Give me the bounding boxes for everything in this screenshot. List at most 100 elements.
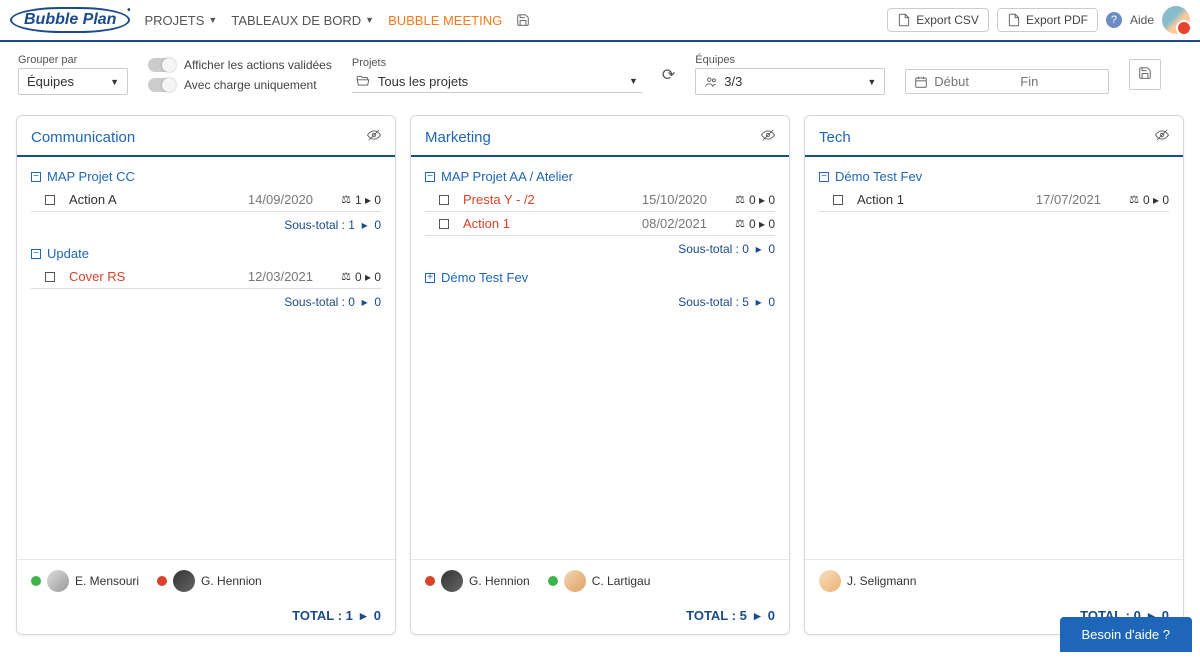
- action-name[interactable]: Cover RS: [63, 269, 210, 284]
- users-icon: [704, 75, 718, 89]
- action-row: Cover RS12/03/2021⚖ 0 ▸ 0: [31, 265, 381, 289]
- caret-down-icon: ▼: [365, 15, 374, 25]
- expand-icon: +: [425, 273, 435, 283]
- toggle-charge[interactable]: Avec charge uniquement: [148, 78, 332, 92]
- logo[interactable]: Bubble Plan: [10, 7, 130, 33]
- project-toggle[interactable]: −MAP Projet AA / Atelier: [425, 165, 775, 188]
- user-avatar[interactable]: [1162, 6, 1190, 34]
- action-date: 12/03/2021: [218, 269, 313, 284]
- action-date: 15/10/2020: [612, 192, 707, 207]
- status-dot: [31, 576, 41, 586]
- switch-icon: [148, 78, 176, 92]
- subtotal: Sous-total : 0 ▸ 0: [425, 236, 775, 266]
- checkbox[interactable]: [439, 195, 449, 205]
- project-name: Update: [47, 246, 89, 261]
- save-icon[interactable]: [516, 13, 530, 27]
- hide-icon[interactable]: [1155, 128, 1169, 147]
- group-by-select[interactable]: Équipes▼: [18, 68, 128, 95]
- checkbox[interactable]: [833, 195, 843, 205]
- weight-icon: ⚖: [341, 193, 351, 206]
- card-title: Marketing: [425, 129, 491, 146]
- collapse-icon: −: [31, 249, 41, 259]
- topbar: Bubble Plan PROJETS▼ TABLEAUX DE BORD▼ B…: [0, 0, 1200, 42]
- export-csv-button[interactable]: Export CSV: [887, 8, 989, 32]
- project-name: MAP Projet AA / Atelier: [441, 169, 573, 184]
- help-label[interactable]: Aide: [1130, 13, 1154, 27]
- calendar-icon: [914, 75, 928, 89]
- nav-bubble-meeting[interactable]: BUBBLE MEETING: [388, 13, 502, 28]
- avatar: [441, 570, 463, 592]
- action-stats: ⚖ 1 ▸ 0: [321, 193, 381, 207]
- nav-projets[interactable]: PROJETS▼: [144, 13, 217, 28]
- status-dot: [157, 576, 167, 586]
- action-name[interactable]: Action 1: [851, 192, 998, 207]
- card-header: Tech: [805, 116, 1183, 155]
- team-card: Marketing−MAP Projet AA / AtelierPresta …: [410, 115, 790, 635]
- save-icon: [1138, 66, 1152, 80]
- person[interactable]: G. Hennion: [425, 570, 530, 592]
- avatar: [173, 570, 195, 592]
- project-name: MAP Projet CC: [47, 169, 135, 184]
- card-total: TOTAL : 1 ▸ 0: [17, 602, 395, 634]
- refresh-icon[interactable]: ⟳: [662, 65, 675, 85]
- weight-icon: ⚖: [735, 193, 745, 206]
- projets-select[interactable]: Tous les projets ▼: [352, 71, 642, 93]
- card-header: Communication: [17, 116, 395, 155]
- caret-down-icon: ▼: [208, 15, 217, 25]
- weight-icon: ⚖: [735, 217, 745, 230]
- toggle-validated[interactable]: Afficher les actions validées: [148, 58, 332, 72]
- action-row: Action A 14/09/2020 ⚖ 1 ▸ 0: [31, 188, 381, 212]
- project-toggle[interactable]: −MAP Projet CC: [31, 165, 381, 188]
- action-date: 14/09/2020: [218, 192, 313, 207]
- help-widget[interactable]: Besoin d'aide ?: [1060, 617, 1193, 652]
- folder-open-icon: [356, 74, 370, 88]
- card-title: Communication: [31, 129, 135, 146]
- save-filters-button[interactable]: [1129, 59, 1161, 90]
- action-row: Action 117/07/2021⚖ 0 ▸ 0: [819, 188, 1169, 212]
- action-name[interactable]: Presta Y - /2: [457, 192, 604, 207]
- person-name: G. Hennion: [201, 574, 262, 588]
- main-nav: PROJETS▼ TABLEAUX DE BORD▼ BUBBLE MEETIN…: [144, 13, 530, 28]
- export-pdf-button[interactable]: Export PDF: [997, 8, 1098, 32]
- action-row: Presta Y - /2 15/10/2020 ⚖ 0 ▸ 0: [425, 188, 775, 212]
- caret-down-icon: ▼: [867, 77, 876, 87]
- person[interactable]: G. Hennion: [157, 570, 262, 592]
- subtotal: Sous-total : 1 ▸ 0: [31, 212, 381, 242]
- hide-icon[interactable]: [761, 128, 775, 147]
- avatar: [564, 570, 586, 592]
- date-debut-input[interactable]: [934, 74, 1014, 89]
- file-icon: [1007, 13, 1021, 27]
- project-toggle[interactable]: +Démo Test Fev: [425, 266, 775, 289]
- status-dot: [425, 576, 435, 586]
- status-dot: [548, 576, 558, 586]
- project-toggle[interactable]: −Update: [31, 242, 381, 265]
- card-people: G. Hennion C. Lartigau: [411, 559, 789, 602]
- person[interactable]: J. Seligmann: [819, 570, 916, 592]
- checkbox[interactable]: [45, 272, 55, 282]
- card-body: −MAP Projet CCAction A14/09/2020⚖ 1 ▸ 0S…: [17, 157, 395, 559]
- checkbox[interactable]: [439, 219, 449, 229]
- date-range[interactable]: [905, 69, 1109, 94]
- action-name[interactable]: Action A: [63, 192, 210, 207]
- card-total: TOTAL : 5 ▸ 0: [411, 602, 789, 634]
- nav-tableaux[interactable]: TABLEAUX DE BORD▼: [231, 13, 374, 28]
- switch-icon: [148, 58, 176, 72]
- action-stats: ⚖ 0 ▸ 0: [715, 193, 775, 207]
- equipes-select[interactable]: 3/3 ▼: [695, 68, 885, 95]
- action-name[interactable]: Action 1: [457, 216, 604, 231]
- hide-icon[interactable]: [367, 128, 381, 147]
- weight-icon: ⚖: [1129, 193, 1139, 206]
- subtotal: Sous-total : 0 ▸ 0: [31, 289, 381, 319]
- person[interactable]: C. Lartigau: [548, 570, 651, 592]
- person[interactable]: E. Mensouri: [31, 570, 139, 592]
- help-icon[interactable]: ?: [1106, 12, 1122, 28]
- group-by-label: Grouper par: [18, 54, 128, 66]
- file-icon: [897, 13, 911, 27]
- person-name: J. Seligmann: [847, 574, 916, 588]
- project-toggle[interactable]: −Démo Test Fev: [819, 165, 1169, 188]
- date-fin-input[interactable]: [1020, 74, 1100, 89]
- project-name: Démo Test Fev: [835, 169, 922, 184]
- action-date: 08/02/2021: [612, 216, 707, 231]
- person-name: E. Mensouri: [75, 574, 139, 588]
- checkbox[interactable]: [45, 195, 55, 205]
